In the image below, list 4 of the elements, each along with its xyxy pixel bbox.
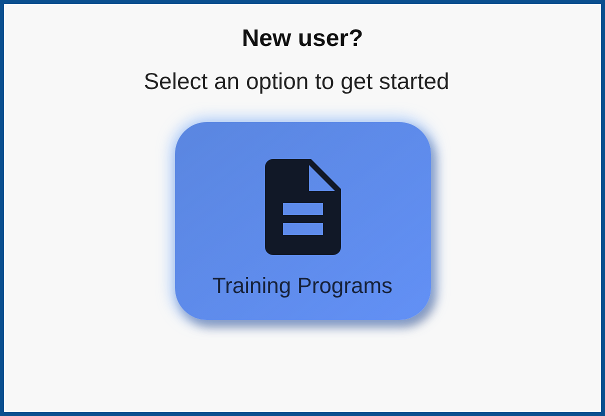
heading: New user? <box>242 24 364 54</box>
option-button[interactable]: Training Programs <box>174 122 430 320</box>
subtitle: Select an option to get started <box>144 67 450 96</box>
document-icon <box>264 159 340 255</box>
